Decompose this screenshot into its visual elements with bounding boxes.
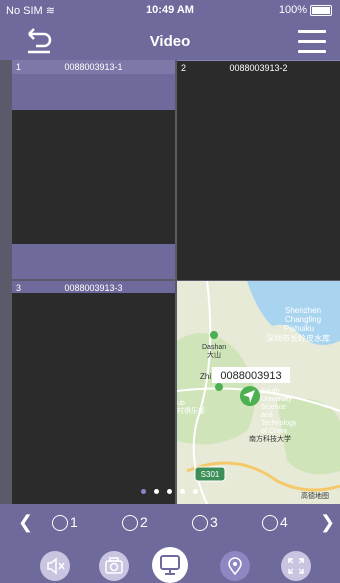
map-label: S301 xyxy=(201,470,220,479)
map-label: ub xyxy=(177,400,185,407)
cell-title: 0088003913-2 xyxy=(229,63,288,73)
page-dot-active xyxy=(154,489,159,494)
video-area xyxy=(12,110,175,244)
map-label: Shenzhen xyxy=(285,306,321,315)
map-label: South xyxy=(261,388,279,395)
radio-icon xyxy=(262,515,278,532)
page-indicator xyxy=(141,489,211,497)
map-label: Dashan xyxy=(202,344,226,351)
prev-arrow-icon[interactable]: ❮ xyxy=(18,512,33,533)
next-arrow-icon[interactable]: ❯ xyxy=(320,512,335,533)
page-title: Video xyxy=(149,33,191,50)
channel-pager: ❮ 1 2 3 4 ❯ xyxy=(0,506,340,540)
cell-title: 0088003913-3 xyxy=(64,283,123,293)
radio-icon xyxy=(52,515,68,532)
map-label: University xyxy=(261,396,292,403)
mute-icon xyxy=(47,557,65,575)
map-label: Changling xyxy=(285,315,321,324)
battery-status: 100% xyxy=(279,4,332,16)
cell-header: 2 0088003913-2 xyxy=(177,61,340,75)
device-label: 0088003913 xyxy=(220,370,281,382)
map-label: 深圳市长岭皮水库 xyxy=(266,333,330,343)
nav-bar: Video xyxy=(0,22,340,60)
camera-icon xyxy=(105,557,123,574)
channel-option-2[interactable]: 2 xyxy=(122,514,148,532)
video-cell-3[interactable]: 3 0088003913-3 xyxy=(12,281,175,504)
map-label: Zhi xyxy=(200,372,211,381)
map-label: Technology xyxy=(261,420,297,427)
channel-option-4[interactable]: 4 xyxy=(262,514,288,532)
cell-header: 1 0088003913-1 xyxy=(12,60,175,74)
cell-header: 3 0088003913-3 xyxy=(12,281,175,293)
menu-icon-bar xyxy=(298,30,326,33)
radio-icon xyxy=(192,515,208,532)
map-label: of China xyxy=(261,428,287,435)
video-cell-2[interactable]: 2 0088003913-2 xyxy=(177,60,340,280)
map-label: Pishuiku xyxy=(284,324,314,333)
map-attribution: 高德地图 xyxy=(301,491,329,500)
map-view[interactable]: Shenzhen Changling Pishuiku 深圳市长岭皮水库 Das… xyxy=(177,281,340,504)
channel-option-1[interactable]: 1 xyxy=(52,514,78,532)
status-bar: No SIM ≋ 10:49 AM 100% xyxy=(0,0,340,20)
radio-icon xyxy=(122,515,138,532)
fullscreen-button[interactable] xyxy=(281,551,311,581)
location-button[interactable] xyxy=(220,551,250,581)
monitor-button[interactable] xyxy=(152,547,188,583)
video-cell-1[interactable]: 1 0088003913-1 xyxy=(12,60,175,279)
bottom-toolbar xyxy=(0,545,340,583)
video-grid: 1 0088003913-1 2 0088003913-2 3 00880039… xyxy=(0,60,340,504)
mute-button[interactable] xyxy=(40,551,70,581)
menu-icon-bar xyxy=(298,40,326,43)
page-dot xyxy=(193,489,198,494)
channel-option-3[interactable]: 3 xyxy=(192,514,218,532)
page-dot xyxy=(180,489,185,494)
page-dot xyxy=(141,489,146,494)
map-canvas: Shenzhen Changling Pishuiku 深圳市长岭皮水库 Das… xyxy=(177,281,340,504)
monitor-icon xyxy=(160,555,180,575)
map-label: Science xyxy=(261,404,286,411)
menu-button[interactable] xyxy=(298,30,326,53)
map-label: 大山 xyxy=(207,350,221,359)
map-label: and xyxy=(261,412,273,419)
location-icon xyxy=(228,557,242,576)
menu-icon-bar xyxy=(298,50,326,53)
snapshot-button[interactable] xyxy=(99,551,129,581)
map-label: 南方科技大学 xyxy=(249,434,291,443)
battery-icon xyxy=(310,4,332,16)
page-dot xyxy=(167,489,172,494)
poi-marker xyxy=(210,331,218,339)
map-label: 村俱乐部 xyxy=(177,406,205,415)
cell-title: 0088003913-1 xyxy=(64,62,123,72)
poi-marker xyxy=(215,383,223,391)
fullscreen-icon xyxy=(288,558,304,574)
